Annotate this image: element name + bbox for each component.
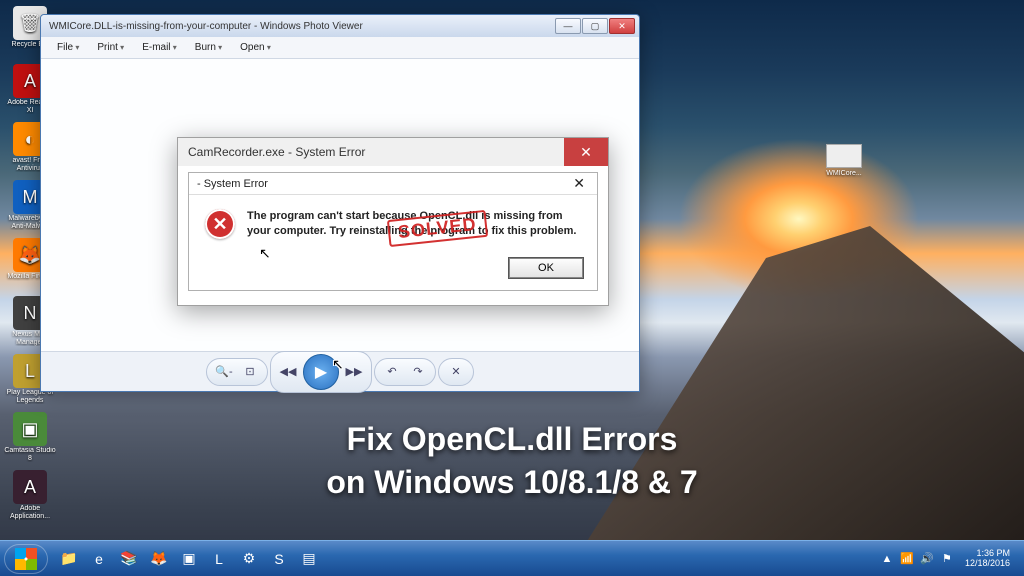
rotate-left-button[interactable]: ↶: [381, 361, 403, 383]
nav-group: ◀◀ ▶ ▶▶: [270, 351, 372, 393]
error-dialog-inner: - System Error ✕ ✕ The program can't sta…: [188, 172, 598, 291]
promo-text: Fix OpenCL.dll Errors on Windows 10/8.1/…: [0, 418, 1024, 504]
minimize-button[interactable]: —: [555, 18, 581, 34]
taskbar-clock[interactable]: 1:36 PM 12/18/2016: [959, 549, 1016, 569]
tray-icon[interactable]: 📶: [898, 545, 916, 573]
zoom-group: 🔍- ⊡: [206, 358, 268, 386]
close-button[interactable]: ✕: [609, 18, 635, 34]
taskbar-app[interactable]: 📚: [115, 545, 143, 573]
error-outer-title: CamRecorder.exe - System Error: [188, 145, 365, 159]
taskbar-app[interactable]: L: [205, 545, 233, 573]
error-inner-title: - System Error: [197, 178, 268, 190]
maximize-button[interactable]: ▢: [582, 18, 608, 34]
menubar: FilePrintE-mailBurnOpen: [41, 37, 639, 59]
tray-icon[interactable]: ⚑: [938, 545, 956, 573]
start-button[interactable]: [4, 544, 48, 574]
window-titlebar[interactable]: WMICore.DLL-is-missing-from-your-compute…: [41, 15, 639, 37]
photo-viewer-toolbar: 🔍- ⊡ ◀◀ ▶ ▶▶ ↶ ↷ ✕: [41, 351, 639, 391]
error-outer-titlebar[interactable]: CamRecorder.exe - System Error ✕: [178, 138, 608, 166]
tray-icon[interactable]: 🔊: [918, 545, 936, 573]
taskbar-app[interactable]: ▤: [295, 545, 323, 573]
menu-item[interactable]: Burn: [187, 40, 230, 55]
tray-icons: ▲📶🔊⚑: [877, 545, 957, 573]
error-footer: OK: [189, 252, 597, 290]
taskbar: 📁e📚🦊▣L⚙S▤ ▲📶🔊⚑ 1:36 PM 12/18/2016: [0, 540, 1024, 576]
error-dialog-outer: CamRecorder.exe - System Error ✕ - Syste…: [177, 137, 609, 306]
close-icon[interactable]: ✕: [564, 138, 608, 166]
photo-viewer-canvas: CamRecorder.exe - System Error ✕ - Syste…: [41, 59, 639, 351]
play-button[interactable]: ▶: [303, 354, 339, 390]
taskbar-app[interactable]: ⚙: [235, 545, 263, 573]
close-icon[interactable]: ✕: [569, 175, 589, 192]
photo-viewer-window: WMICore.DLL-is-missing-from-your-compute…: [40, 14, 640, 392]
taskbar-app[interactable]: e: [85, 545, 113, 573]
promo-line2: on Windows 10/8.1/8 & 7: [0, 461, 1024, 504]
taskbar-app[interactable]: 🦊: [145, 545, 173, 573]
menu-item[interactable]: Print: [89, 40, 132, 55]
error-icon: ✕: [205, 209, 235, 239]
fit-button[interactable]: ⊡: [239, 361, 261, 383]
clock-date: 12/18/2016: [965, 559, 1010, 569]
prev-button[interactable]: ◀◀: [277, 361, 299, 383]
desktop-icon-label: Adobe Application...: [4, 505, 56, 520]
next-button[interactable]: ▶▶: [343, 361, 365, 383]
ok-button[interactable]: OK: [509, 258, 583, 278]
delete-group: ✕: [438, 358, 474, 386]
system-tray: ▲📶🔊⚑ 1:36 PM 12/18/2016: [877, 545, 1020, 573]
error-body: ✕ The program can't start because OpenCL…: [189, 195, 597, 252]
rotate-right-button[interactable]: ↷: [407, 361, 429, 383]
rotate-group: ↶ ↷: [374, 358, 436, 386]
desktop-icon-label: WMICore...: [826, 170, 861, 177]
promo-line1: Fix OpenCL.dll Errors: [0, 418, 1024, 461]
menu-item[interactable]: File: [49, 40, 87, 55]
menu-item[interactable]: Open: [232, 40, 279, 55]
file-icon: [826, 144, 862, 168]
tray-icon[interactable]: ▲: [878, 545, 896, 573]
window-title: WMICore.DLL-is-missing-from-your-compute…: [45, 21, 554, 32]
taskbar-app[interactable]: 📁: [55, 545, 83, 573]
menu-item[interactable]: E-mail: [134, 40, 185, 55]
taskbar-app[interactable]: S: [265, 545, 293, 573]
delete-button[interactable]: ✕: [445, 361, 467, 383]
taskbar-app[interactable]: ▣: [175, 545, 203, 573]
error-inner-titlebar[interactable]: - System Error ✕: [189, 173, 597, 195]
zoom-button[interactable]: 🔍-: [213, 361, 235, 383]
desktop-icon-wmicore[interactable]: WMICore...: [814, 144, 874, 177]
taskbar-pinned: 📁e📚🦊▣L⚙S▤: [54, 545, 324, 573]
